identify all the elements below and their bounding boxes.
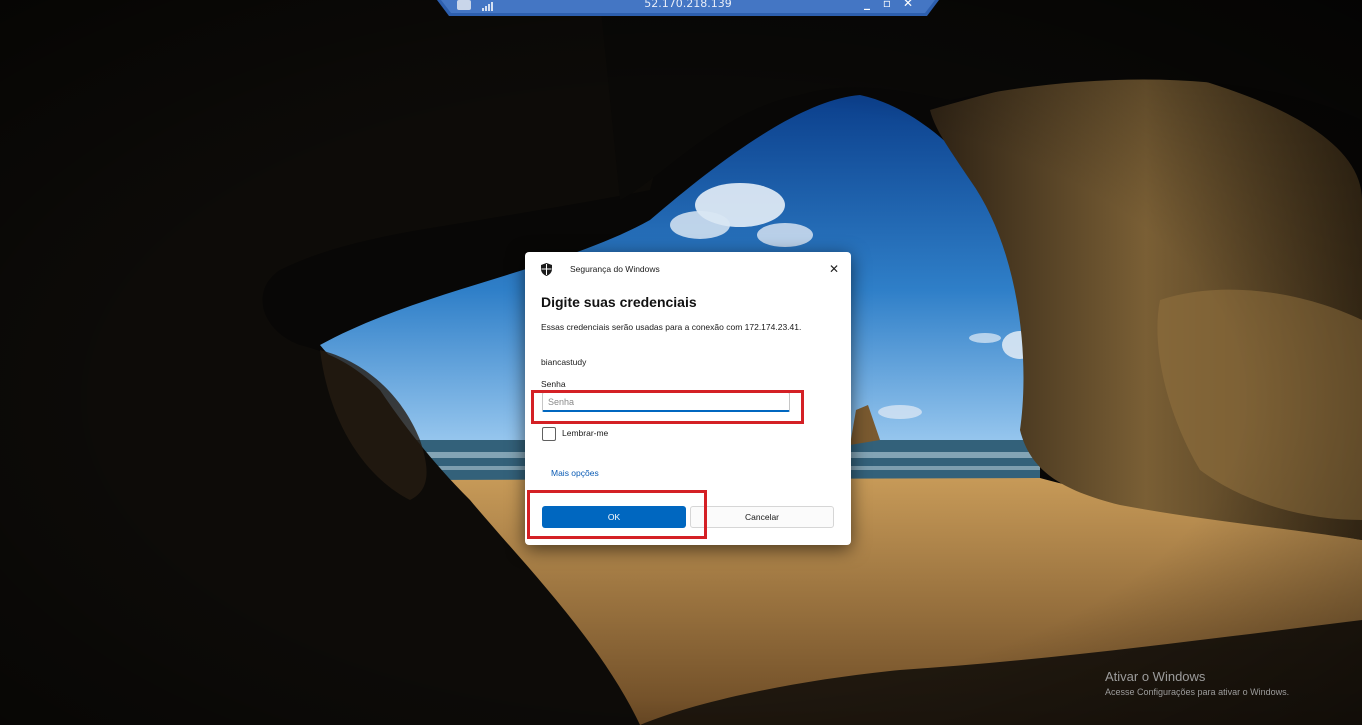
remember-me-label[interactable]: Lembrar-me [562,428,608,438]
close-icon[interactable]: ✕ [901,0,915,10]
remote-connection-bar: 52.170.218.139 _ ▫ ✕ [437,0,939,16]
dialog-close-button[interactable]: ✕ [825,260,843,278]
more-options-link[interactable]: Mais opções [551,468,599,478]
activation-watermark-title: Ativar o Windows [1105,669,1206,684]
dialog-heading: Digite suas credenciais [541,294,697,310]
activation-watermark-subtitle: Acesse Configurações para ativar o Windo… [1105,687,1290,697]
minimize-icon[interactable]: _ [860,0,874,10]
username-label: biancastudy [541,357,587,367]
dialog-description: Essas credenciais serão usadas para a co… [541,322,802,332]
password-field-highlight [531,390,804,424]
cancel-button[interactable]: Cancelar [690,506,834,528]
password-label: Senha [541,379,566,389]
ok-button-highlight [527,490,707,539]
desktop-background: 52.170.218.139 _ ▫ ✕ Segurança do Window… [0,0,1362,725]
remember-me-checkbox[interactable] [542,427,556,441]
restore-icon[interactable]: ▫ [880,0,894,10]
shield-icon [541,263,552,276]
dialog-title: Segurança do Windows [570,264,660,274]
